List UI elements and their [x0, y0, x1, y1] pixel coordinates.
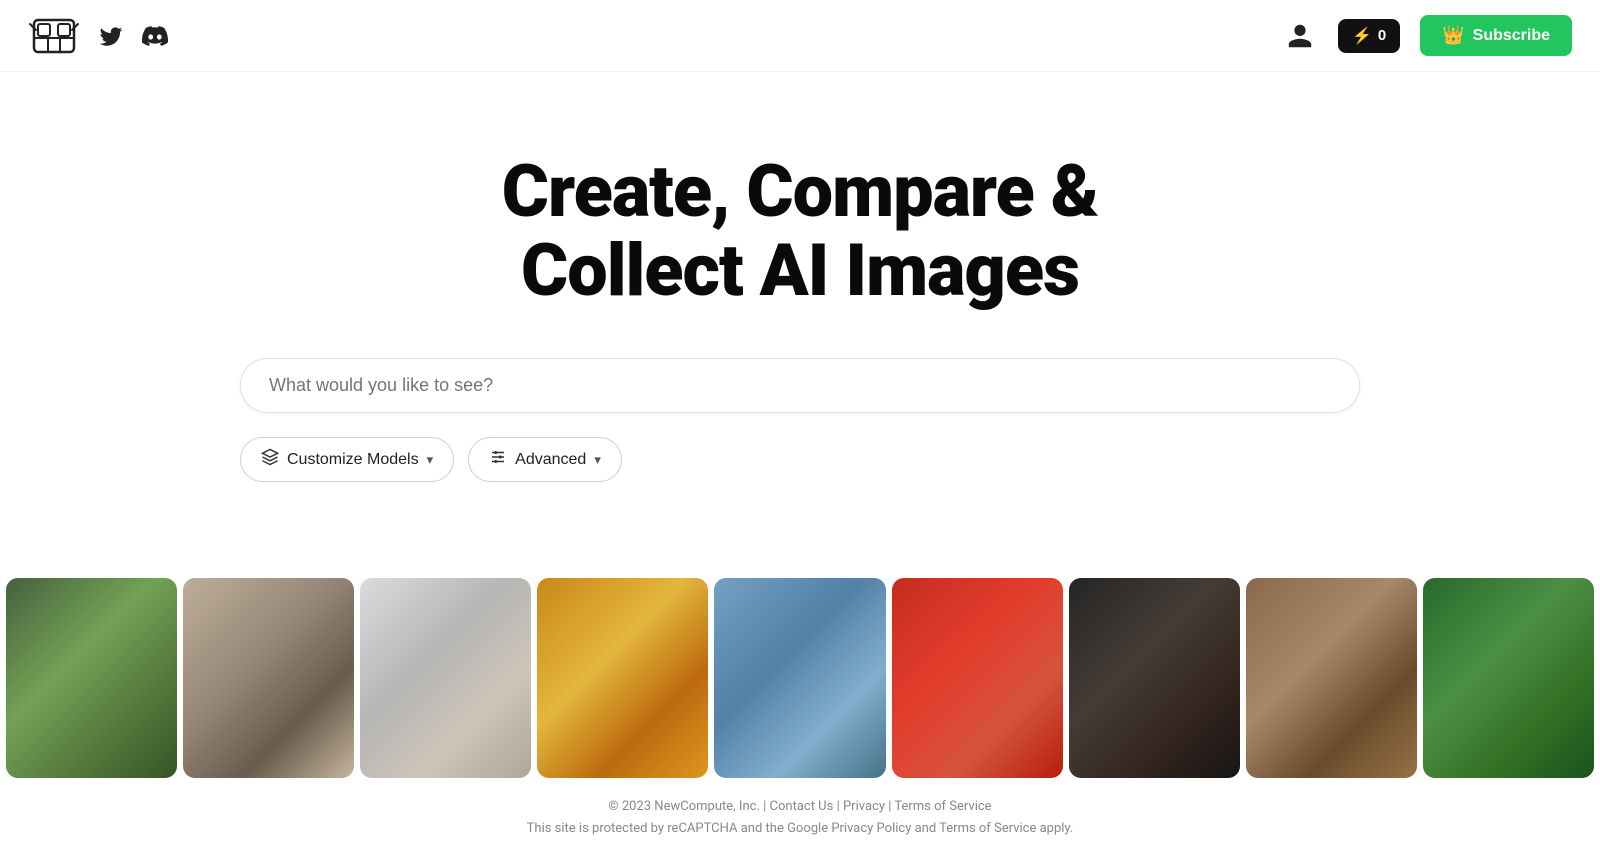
advanced-button[interactable]: Advanced ▾ — [468, 437, 622, 482]
crown-icon: 👑 — [1442, 25, 1464, 46]
hero-title-line2: Collect AI Images — [521, 228, 1079, 313]
controls-row: Customize Models ▾ Advanced ▾ — [240, 437, 1360, 482]
hero-section: Create, Compare & Collect AI Images Cust… — [0, 72, 1600, 522]
cube-svg — [261, 448, 279, 466]
search-input[interactable] — [269, 375, 1331, 396]
gallery-item[interactable] — [714, 578, 885, 778]
credits-button[interactable]: ⚡ 0 — [1338, 19, 1400, 53]
nav-right: ⚡ 0 👑 Subscribe — [1282, 15, 1572, 56]
gallery-row — [0, 578, 1600, 778]
cube-icon — [261, 448, 279, 471]
footer-copyright-line: © 2023 NewCompute, Inc. | Contact Us | P… — [20, 796, 1580, 818]
gallery-item[interactable] — [892, 578, 1063, 778]
discord-link[interactable] — [142, 23, 168, 49]
gallery-item[interactable] — [360, 578, 531, 778]
user-icon — [1286, 22, 1314, 50]
advanced-label: Advanced — [515, 451, 586, 469]
footer-recaptcha: This site is protected by reCAPTCHA and … — [20, 818, 1580, 840]
discord-icon — [142, 23, 168, 49]
search-container — [240, 358, 1360, 413]
subscribe-button[interactable]: 👑 Subscribe — [1420, 15, 1572, 56]
hero-title-line1: Create, Compare & — [502, 149, 1099, 234]
nav-left — [28, 10, 168, 62]
logo[interactable] — [28, 10, 80, 62]
customize-chevron-icon: ▾ — [427, 452, 434, 468]
customize-models-label: Customize Models — [287, 451, 419, 469]
subscribe-label: Subscribe — [1473, 27, 1550, 45]
footer-terms-link[interactable]: Terms of Service — [894, 799, 991, 814]
credits-count: 0 — [1378, 27, 1386, 44]
gallery-item[interactable] — [537, 578, 708, 778]
twitter-link[interactable] — [98, 23, 124, 49]
logo-icon — [28, 10, 80, 62]
search-input-wrap — [240, 358, 1360, 413]
gallery-item[interactable] — [1246, 578, 1417, 778]
gallery-item[interactable] — [6, 578, 177, 778]
sliders-svg — [489, 448, 507, 466]
footer-contact-link[interactable]: Contact Us — [770, 799, 834, 814]
footer-privacy-link[interactable]: Privacy — [843, 799, 885, 814]
gallery-section — [0, 578, 1600, 778]
customize-models-button[interactable]: Customize Models ▾ — [240, 437, 454, 482]
navbar: ⚡ 0 👑 Subscribe — [0, 0, 1600, 72]
footer: © 2023 NewCompute, Inc. | Contact Us | P… — [0, 778, 1600, 864]
advanced-chevron-icon: ▾ — [594, 452, 601, 468]
footer-copyright: © 2023 NewCompute, Inc. — [608, 799, 759, 814]
sliders-icon — [489, 448, 507, 471]
gallery-item[interactable] — [183, 578, 354, 778]
twitter-icon — [98, 23, 124, 49]
gallery-item[interactable] — [1423, 578, 1594, 778]
hero-title: Create, Compare & Collect AI Images — [502, 152, 1099, 310]
user-menu-button[interactable] — [1282, 18, 1318, 54]
gallery-item[interactable] — [1069, 578, 1240, 778]
bolt-icon: ⚡ — [1352, 26, 1372, 46]
